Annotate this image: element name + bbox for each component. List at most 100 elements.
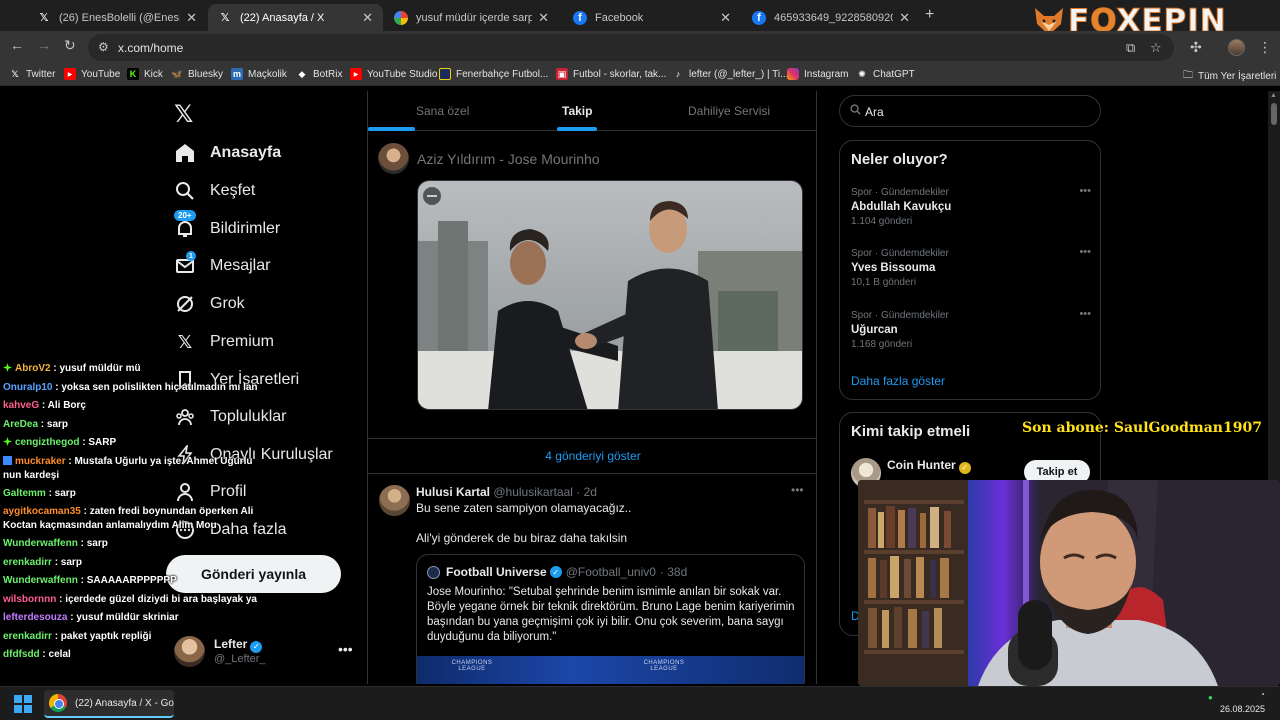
bookmark-item[interactable]: m Maçkolik <box>231 68 287 80</box>
taskbar-app-title: (22) Anasayfa / X - Goo <box>75 697 174 709</box>
chat-message: muckraker : Mustafa Uğurlu ya işte. Ahme… <box>3 455 273 483</box>
chat-message: Onuralp10 : yoksa sen polislikten hiç at… <box>3 379 273 398</box>
compose-input[interactable]: Aziz Yıldırım - Jose Mourinho <box>417 151 600 167</box>
close-icon[interactable]: ✕ <box>899 10 910 26</box>
forward-arrow-icon[interactable]: → <box>37 37 51 53</box>
avatar <box>378 143 409 174</box>
browser-tab[interactable]: 𝕏 (26) EnesBolelli (@EnesBolelli) / X ✕ <box>27 4 207 31</box>
x-logo-icon[interactable]: 𝕏 <box>174 100 193 128</box>
facebook-icon: f <box>752 10 766 25</box>
bookmark-item[interactable]: ◆ BotRix <box>296 68 343 80</box>
tab-list[interactable]: Dahiliye Servisi <box>688 104 770 118</box>
bluesky-icon: 🦋 <box>171 68 183 79</box>
bookmark-item[interactable]: ♪ lefter (@_lefter_) | Ti... <box>672 68 789 80</box>
nav-item-explore[interactable]: Keşfet <box>174 178 255 204</box>
install-app-icon[interactable]: ⧉ <box>1126 40 1135 56</box>
trend-item[interactable]: Spor · Gündemdekiler Uğurcan 1.168 gönde… <box>851 308 1091 350</box>
scrollbar-thumb[interactable] <box>1271 103 1277 125</box>
browser-tab-active[interactable]: 𝕏 (22) Anasayfa / X ✕ <box>208 4 383 31</box>
tweet-time[interactable]: · 2d <box>576 485 597 499</box>
close-icon[interactable]: ✕ <box>538 10 549 26</box>
nav-item-notifications[interactable]: 20+ Bildirimler <box>174 210 280 242</box>
browser-tab[interactable]: yusuf müdür içerde sarp - Google ✕ <box>384 4 559 31</box>
nav-item-grok[interactable]: Grok <box>174 291 245 317</box>
chat-text: : SAAAAARPPPPPP <box>77 575 177 586</box>
trend-item[interactable]: Spor · Gündemdekiler Abdullah Kavukçu 1.… <box>851 185 1091 227</box>
close-icon[interactable]: ✕ <box>720 10 731 26</box>
address-bar[interactable]: ⚙ x.com/home ⧉ ☆ <box>88 34 1174 61</box>
chat-username: erenkadirr <box>3 556 52 568</box>
more-horizontal-icon[interactable]: ••• <box>338 641 353 657</box>
chat-message: erenkadirr : paket yaptık repliği <box>3 628 273 647</box>
bookmark-item[interactable]: ▣ Futbol - skorlar, tak... <box>556 68 666 80</box>
tweet-author-handle[interactable]: @hulusikartaal <box>493 485 573 499</box>
windows-start-icon[interactable] <box>14 695 32 713</box>
tab-title: Facebook <box>595 11 644 24</box>
chat-message: AreDea : sarp <box>3 416 273 435</box>
quote-media[interactable]: CHAMPIONS LEAGUE CHAMPIONS LEAGUE <box>417 656 804 684</box>
nav-item-premium[interactable]: 𝕏 Premium <box>174 329 274 355</box>
more-horizontal-icon[interactable]: ••• <box>791 483 804 497</box>
tweet-author-name[interactable]: Hulusi Kartal <box>416 485 490 499</box>
close-icon[interactable]: ✕ <box>186 10 197 26</box>
nav-item-home[interactable]: Anasayfa <box>174 140 281 166</box>
tweet[interactable]: Hulusi Kartal @hulusikartaal · 2d ••• Bu… <box>368 475 816 684</box>
attached-photo[interactable] <box>417 180 803 410</box>
star-icon[interactable]: ☆ <box>1150 40 1162 56</box>
browser-tab[interactable]: f 465933649_922858092050929 ✕ <box>742 4 920 31</box>
chat-username: aygitkocaman35 <box>3 506 81 517</box>
close-icon[interactable]: ✕ <box>362 10 373 26</box>
avatar[interactable] <box>379 485 410 516</box>
quote-author-name: Football Universe <box>446 565 547 579</box>
taskbar-app-chrome[interactable]: (22) Anasayfa / X - Goo <box>44 690 174 718</box>
more-horizontal-icon[interactable]: ••• <box>1079 308 1091 320</box>
search-icon <box>174 180 196 202</box>
reload-icon[interactable]: ↻ <box>64 37 76 54</box>
nav-item-label: Mesajlar <box>210 257 271 274</box>
search-input[interactable]: Ara <box>839 95 1101 127</box>
chat-username: muckraker <box>15 455 66 467</box>
bookmark-item[interactable]: ▶ YouTube <box>64 68 120 80</box>
bookmark-item[interactable]: Instagram <box>787 68 848 80</box>
tab-for-you[interactable]: Sana özel <box>416 104 469 118</box>
chat-username: erenkadirr <box>3 630 52 642</box>
chat-username: Wunderwaffenn <box>3 575 78 586</box>
quoted-tweet[interactable]: Football Universe ✓ @Football_univ0 · 38… <box>416 554 805 684</box>
bookmark-item[interactable]: 🦋 Bluesky <box>171 68 223 80</box>
chat-message: Wunderwaffenn : SAAAAARPPPPPP <box>3 572 273 591</box>
tray-status-icon[interactable]: ● <box>1208 693 1213 702</box>
bookmark-item[interactable]: K Kick <box>127 68 163 80</box>
nav-item-messages[interactable]: 1 Mesajlar <box>174 251 271 279</box>
compose-box[interactable]: Aziz Yıldırım - Jose Mourinho <box>378 143 600 174</box>
more-horizontal-icon[interactable]: ••• <box>1079 185 1091 197</box>
new-tab-icon[interactable]: + <box>925 6 934 24</box>
bookmark-item[interactable]: ▶ YouTube Studio <box>350 68 437 80</box>
sub-badge-icon <box>3 437 12 446</box>
tab-following[interactable]: Takip <box>562 104 592 118</box>
scroll-up-icon[interactable]: ▲ <box>1270 92 1277 99</box>
extensions-icon[interactable]: ✣ <box>1190 39 1202 56</box>
youtube-icon: ▶ <box>64 68 76 80</box>
chat-username: AreDea <box>3 418 39 430</box>
tray-date[interactable]: 26.08.2025 <box>1220 704 1265 714</box>
bookmark-item[interactable]: ✺ ChatGPT <box>856 68 914 80</box>
kebab-menu-icon[interactable]: ⋮ <box>1258 39 1272 56</box>
chat-text: : yusuf müldür skriniar <box>67 612 179 623</box>
tab-title: (22) Anasayfa / X <box>240 11 325 24</box>
profile-avatar[interactable] <box>1228 39 1245 56</box>
bookmark-item[interactable]: 𝕏 Twitter <box>9 68 55 80</box>
browser-tab[interactable]: f Facebook ✕ <box>563 4 741 31</box>
all-bookmarks[interactable]: 🗀 Tüm Yer İşaretleri <box>1183 68 1276 85</box>
bookmark-item[interactable]: Fenerbahçe Futbol... <box>439 68 548 80</box>
show-more-trends-link[interactable]: Daha fazla göster <box>851 374 945 388</box>
chat-message: wilsbornnn : içerdede güzel diziydi bi a… <box>3 591 273 610</box>
trend-item[interactable]: Spor · Gündemdekiler Yves Bissouma 10,1 … <box>851 246 1091 288</box>
tray-notification-icon[interactable]: ◔ <box>1260 690 1265 699</box>
verified-badge-icon: ✓ <box>958 461 971 474</box>
chat-text: : sarp <box>45 487 76 499</box>
site-info-icon[interactable]: ⚙ <box>98 40 109 54</box>
more-horizontal-icon[interactable]: ••• <box>1079 246 1091 258</box>
back-arrow-icon[interactable]: ← <box>10 37 24 53</box>
url-text[interactable]: x.com/home <box>118 41 183 55</box>
show-new-posts-button[interactable]: 4 gönderiyi göster <box>368 438 816 474</box>
